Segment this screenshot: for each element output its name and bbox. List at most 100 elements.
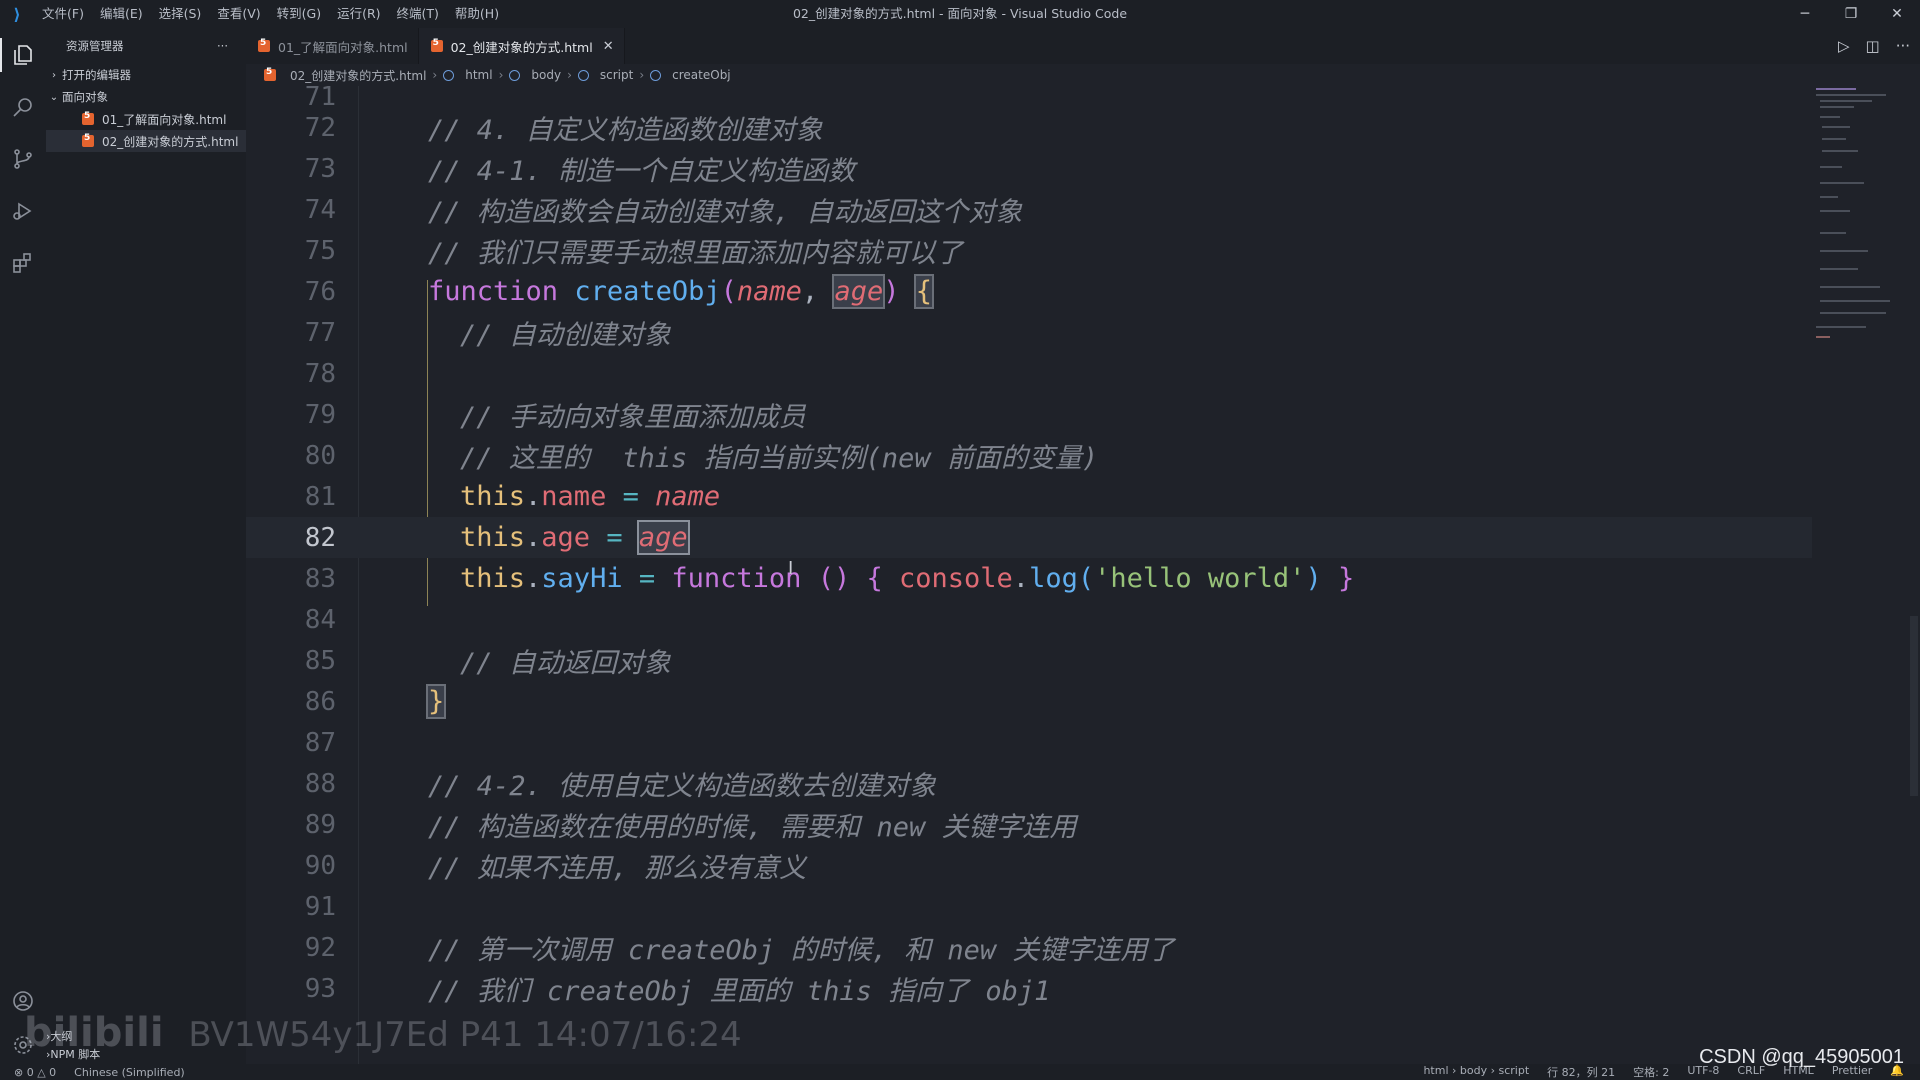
text-cursor-icon: I [788, 558, 794, 579]
menu-help[interactable]: 帮助(H) [447, 0, 507, 28]
element-icon [509, 69, 521, 81]
line-number: 80 [304, 440, 336, 471]
csdn-watermark: CSDN @qq_45905001 [1699, 1046, 1904, 1068]
language-pack-indicator[interactable]: Chinese (Simplified) [74, 1066, 185, 1079]
run-debug-icon[interactable] [0, 188, 46, 234]
menu-file[interactable]: 文件(F) [34, 0, 92, 28]
folder-section[interactable]: ⌄ 面向对象 [46, 86, 246, 108]
code-line: 88 // 4-2. 使用自定义构造函数去创建对象 [246, 763, 1812, 804]
close-icon[interactable]: ✕ [603, 39, 614, 54]
code-line: 93 // 我们 createObj 里面的 this 指向了 obj1 [246, 968, 1812, 1009]
breadcrumb-script[interactable]: script [600, 68, 633, 82]
line-number: 83 [304, 563, 336, 594]
line-number: 86 [304, 686, 336, 717]
menu-bar: 文件(F) 编辑(E) 选择(S) 查看(V) 转到(G) 运行(R) 终端(T… [34, 0, 507, 28]
extensions-icon[interactable] [0, 240, 46, 286]
code-content: this.age = age [460, 520, 690, 555]
line-number: 75 [304, 235, 336, 266]
menu-terminal[interactable]: 终端(T) [389, 0, 447, 28]
breadcrumb-file[interactable]: 02_创建对象的方式.html [290, 67, 426, 84]
code-line: 75 // 我们只需要手动想里面添加内容就可以了 [246, 230, 1812, 271]
explorer-sidebar: 资源管理器 ··· › 打开的编辑器 ⌄ 面向对象 01_了解面向对象.html… [46, 28, 246, 1064]
element-icon [577, 69, 589, 81]
chevron-right-icon: › [432, 68, 438, 82]
code-comment: // 构造函数会自动创建对象, 自动返回这个对象 [428, 197, 1023, 228]
explorer-more-icon[interactable]: ··· [217, 39, 228, 53]
code-comment: // 我们只需要手动想里面添加内容就可以了 [428, 238, 963, 269]
chevron-down-icon: ⌄ [49, 91, 59, 103]
file-item-selected[interactable]: 02_创建对象的方式.html [46, 130, 246, 152]
code-line: 80 // 这里的 this 指向当前实例(new 前面的变量) [246, 435, 1812, 476]
open-editors-section[interactable]: › 打开的编辑器 [46, 64, 246, 86]
code-comment: // 如果不连用, 那么没有意义 [428, 853, 807, 884]
minimize-button[interactable]: ─ [1782, 0, 1828, 28]
minimap[interactable] [1812, 86, 1908, 1064]
code-line: 87 [246, 722, 1812, 763]
code-comment: // 4. 自定义构造函数创建对象 [428, 115, 823, 146]
element-icon [443, 69, 455, 81]
code-line: 73 // 4-1. 制造一个自定义构造函数 [246, 148, 1812, 189]
indentation[interactable]: 空格: 2 [1633, 1064, 1669, 1080]
chevron-right-icon: › [567, 68, 572, 82]
explorer-icon[interactable] [0, 32, 46, 78]
function-icon [650, 69, 662, 81]
code-comment: // 4-2. 使用自定义构造函数去创建对象 [428, 771, 937, 802]
breadcrumb-body[interactable]: body [531, 68, 561, 82]
breadcrumb-html[interactable]: html [465, 68, 492, 82]
code-comment: // 自动返回对象 [460, 648, 671, 679]
line-number: 76 [304, 276, 336, 307]
tab-label: 01_了解面向对象.html [278, 39, 408, 55]
tab-file-01[interactable]: 01_了解面向对象.html [246, 28, 419, 64]
code-line: 90 // 如果不连用, 那么没有意义 [246, 845, 1812, 886]
file-label: 02_创建对象的方式.html [102, 134, 239, 149]
line-number: 90 [304, 850, 336, 881]
source-control-icon[interactable] [0, 136, 46, 182]
vertical-scrollbar[interactable] [1908, 86, 1920, 1064]
menu-edit[interactable]: 编辑(E) [92, 0, 151, 28]
chevron-right-icon: › [498, 68, 504, 82]
more-actions-icon[interactable]: ··· [1896, 37, 1910, 55]
code-editor[interactable]: 71 72 // 4. 自定义构造函数创建对象 73 // 4-1. 制造一个自… [246, 86, 1812, 1064]
line-number: 79 [304, 399, 336, 430]
scrollbar-thumb[interactable] [1910, 616, 1918, 796]
split-editor-icon[interactable]: ◫ [1866, 37, 1880, 55]
code-line: 84 [246, 599, 1812, 640]
breadcrumb-function[interactable]: createObj [672, 68, 731, 82]
html-file-icon [258, 38, 270, 52]
html-file-icon [264, 67, 276, 81]
file-item[interactable]: 01_了解面向对象.html [46, 108, 246, 130]
tab-file-02[interactable]: 02_创建对象的方式.html ✕ [418, 28, 625, 64]
line-number: 85 [304, 645, 336, 676]
code-comment: // 第一次调用 createObj 的时候, 和 new 关键字连用了 [428, 935, 1175, 966]
code-comment: // 4-1. 制造一个自定义构造函数 [428, 156, 856, 187]
search-icon[interactable] [0, 84, 46, 130]
html-file-icon [82, 111, 94, 125]
code-comment: // 构造函数在使用的时候, 需要和 new 关键字连用 [428, 812, 1077, 843]
line-number: 73 [304, 153, 336, 184]
line-number: 81 [304, 481, 336, 512]
close-window-button[interactable]: ✕ [1874, 0, 1920, 28]
problems-indicator[interactable]: ⊗ 0 △ 0 [14, 1066, 56, 1079]
code-comment: // 我们 createObj 里面的 this 指向了 obj1 [428, 976, 1051, 1007]
code-line: 92 // 第一次调用 createObj 的时候, 和 new 关键字连用了 [246, 927, 1812, 968]
code-comment: // 这里的 this 指向当前实例(new 前面的变量) [460, 443, 1099, 474]
line-number: 89 [304, 809, 336, 840]
menu-selection[interactable]: 选择(S) [151, 0, 210, 28]
cursor-position[interactable]: 行 82，列 21 [1547, 1064, 1615, 1080]
code-line: 85 // 自动返回对象 [246, 640, 1812, 681]
code-line: 78 [246, 353, 1812, 394]
menu-run[interactable]: 运行(R) [329, 0, 388, 28]
menu-view[interactable]: 查看(V) [209, 0, 268, 28]
restore-button[interactable]: ❐ [1828, 0, 1874, 28]
activity-bar [0, 28, 46, 1064]
html-file-icon [430, 38, 443, 52]
menu-go[interactable]: 转到(G) [269, 0, 329, 28]
run-icon[interactable]: ▷ [1838, 37, 1850, 55]
html-file-icon [82, 133, 94, 147]
line-number: 72 [304, 112, 336, 143]
chevron-right-icon: › [52, 69, 56, 81]
status-path[interactable]: html › body › script [1423, 1064, 1529, 1080]
line-number: 87 [304, 727, 336, 758]
code-line: 89 // 构造函数在使用的时候, 需要和 new 关键字连用 [246, 804, 1812, 845]
file-label: 01_了解面向对象.html [102, 112, 227, 127]
